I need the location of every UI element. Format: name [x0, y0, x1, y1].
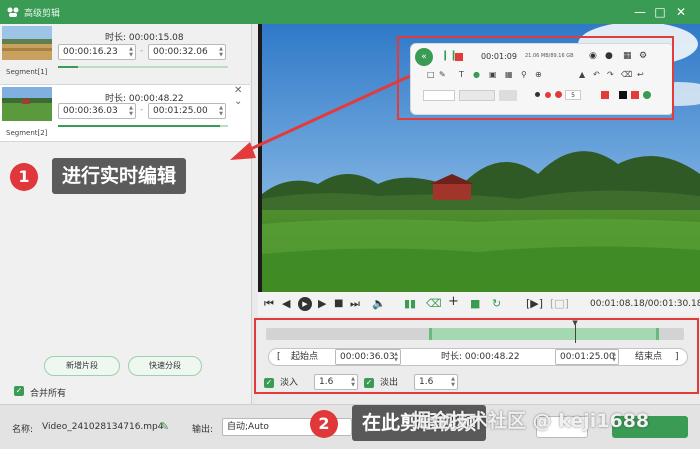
watermark-text: 掘金技术社区 @ keji1688 [412, 410, 650, 432]
segment-thumbnail [2, 26, 52, 60]
highlight-box [254, 318, 699, 394]
add-icon[interactable]: + [448, 295, 459, 308]
name-label: 名称: [12, 425, 34, 435]
quick-split-button[interactable]: 快速分段 [128, 356, 202, 376]
output-label: 输出: [192, 425, 214, 435]
player-controls: ⏮ ◀ ▶ ▶ ■ ⏭ 🔈 ▮▮ ⌫ + ■ ↻ [▶] [□] 00:01:0… [258, 292, 700, 316]
segment-item[interactable]: Segment[1] 时长: 00:00:15.08 00:00:16.23 ▲ ▼… [0, 24, 250, 82]
segment-end-time[interactable]: 00:00:32.06 ▲ ▼ [148, 44, 226, 60]
stop-icon[interactable]: ■ [334, 298, 343, 310]
volume-icon[interactable]: 🔈 [372, 298, 386, 310]
highlight-box [397, 36, 674, 120]
range-dash: - [140, 105, 144, 115]
step-forward-icon[interactable]: ▶ [318, 298, 326, 310]
minimize-icon[interactable]: — [632, 4, 648, 20]
segment-end-time[interactable]: 00:01:25.00 ▲ ▼ [148, 103, 226, 119]
window-title: 高级剪辑 [24, 9, 61, 19]
segment-duration: 时长: 00:00:15.08 [105, 33, 184, 43]
step-back-icon[interactable]: ◀ [282, 298, 290, 310]
callout-1-text: 进行实时编辑 [52, 158, 187, 194]
segment-item[interactable]: Segment[2] 时长: 00:00:48.22 ✕ ⌄ 00:00:36.… [0, 84, 250, 142]
copy-icon[interactable]: ■ [470, 298, 480, 310]
app-logo-icon [7, 7, 19, 17]
close-icon[interactable]: ✕ [673, 4, 689, 20]
segment-start-time[interactable]: 00:00:16.23 ▲ ▼ [58, 44, 136, 60]
annotation-arrow-icon [230, 74, 411, 160]
callout-2-badge: 2 [310, 410, 338, 438]
segment-list-panel: Segment[1] 时长: 00:00:15.08 00:00:16.23 ▲ ▼… [0, 24, 252, 404]
edit-name-icon[interactable]: ✎ [160, 420, 169, 433]
split-icon[interactable]: ▮▮ [404, 298, 416, 310]
merge-all-checkbox[interactable]: ✓ [14, 386, 24, 396]
segment-label: Segment[2] [6, 129, 48, 137]
segment-progress-bar [58, 125, 228, 127]
maximize-icon[interactable]: □ [652, 4, 668, 20]
title-bar: 高级剪辑 — □ ✕ [0, 0, 700, 24]
range-dash: - [140, 46, 144, 56]
skip-end-icon[interactable]: ⏭ [350, 298, 360, 310]
merge-all-label: 合并所有 [30, 389, 67, 399]
play-icon[interactable]: ▶ [298, 297, 312, 311]
delete-icon[interactable]: ⌫ [426, 298, 442, 310]
new-segment-button[interactable]: 新增片段 [44, 356, 120, 376]
segment-start-time[interactable]: 00:00:36.03 ▲ ▼ [58, 103, 136, 119]
mark-out-icon[interactable]: [□] [550, 298, 569, 310]
segment-progress-bar [58, 66, 228, 68]
segment-label: Segment[1] [6, 68, 48, 76]
file-name: Video_241028134716.mp4 [42, 422, 164, 432]
reset-icon[interactable]: ↻ [492, 298, 501, 310]
segment-thumbnail [2, 87, 52, 121]
mark-in-icon[interactable]: [▶] [526, 298, 543, 310]
skip-start-icon[interactable]: ⏮ [264, 298, 274, 310]
callout-1-badge: 1 [10, 163, 38, 191]
player-timecode: 00:01:08.18/00:01:30.18 [590, 299, 700, 309]
